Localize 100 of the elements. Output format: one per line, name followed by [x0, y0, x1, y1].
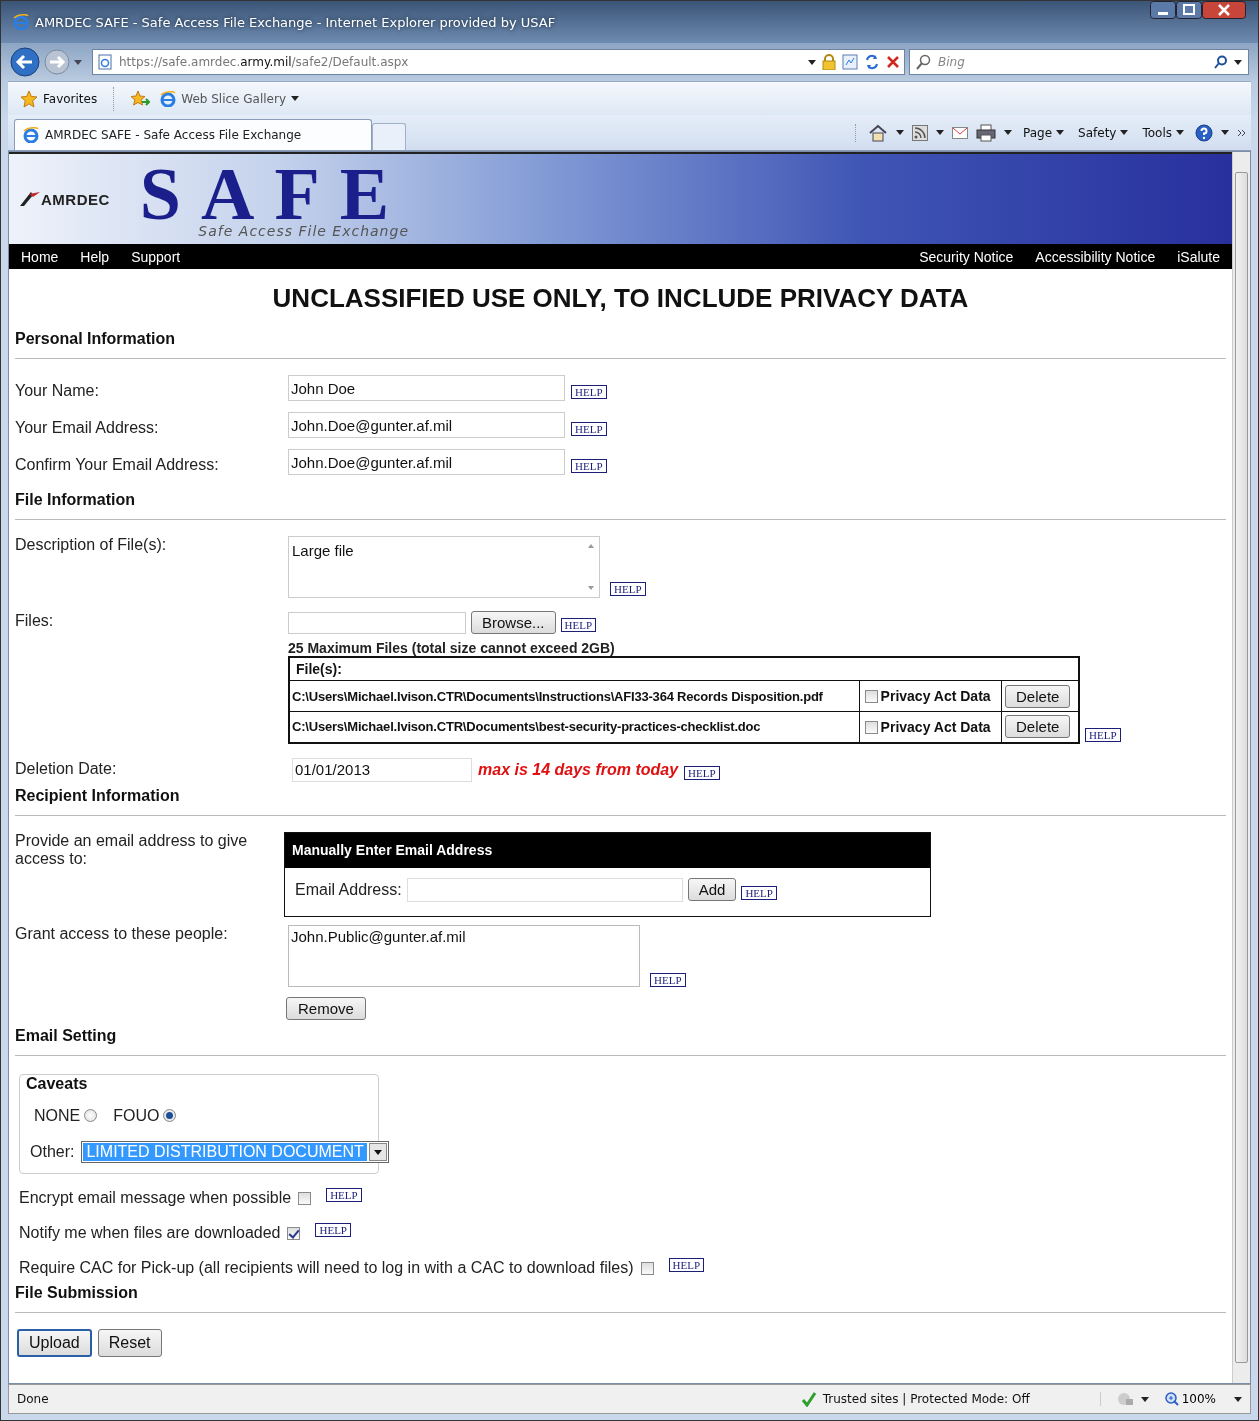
command-menu[interactable]: Tools — [1139, 125, 1187, 140]
text-field[interactable]: John.Doe@gunter.af.mil — [288, 412, 565, 438]
compatibility-icon[interactable] — [842, 54, 858, 70]
search-placeholder: Bing — [938, 55, 965, 69]
stop-icon[interactable] — [886, 55, 900, 69]
delete-button[interactable]: Delete — [1005, 715, 1071, 739]
classification-title: UNCLASSIFIED USE ONLY, TO INCLUDE PRIVACY DATA — [271, 283, 970, 313]
delete-button[interactable]: Delete — [1005, 684, 1071, 708]
zoom-button[interactable]: 100% — [1154, 1392, 1228, 1406]
back-icon[interactable] — [10, 47, 40, 77]
swoosh-icon — [19, 191, 41, 207]
recipient-list[interactable]: John.Public@gunter.af.mil — [288, 924, 640, 987]
help-link[interactable]: HELP — [741, 885, 777, 900]
overflow-chevron-icon[interactable] — [1237, 128, 1247, 137]
text-field[interactable]: 01/01/2013 — [292, 757, 472, 782]
nav-link[interactable]: Help — [80, 248, 110, 265]
checkbox[interactable] — [640, 1261, 654, 1275]
field-label: Provide an email address to give access to: — [14, 831, 249, 868]
help-link[interactable]: HELP — [326, 1187, 362, 1202]
radio-button[interactable] — [84, 1109, 98, 1122]
reset-button[interactable]: Reset — [97, 1328, 162, 1357]
browser-logo-icon — [13, 14, 29, 30]
checkbox[interactable] — [287, 1226, 301, 1240]
list-item[interactable]: John.Public@gunter.af.mil — [291, 927, 637, 945]
address-bar[interactable]: https://safe.amrdec.army.mil/safe2/Default.aspx — [92, 49, 905, 75]
checkbox[interactable] — [864, 690, 878, 704]
field-label: Description of File(s): — [14, 536, 168, 554]
print-icon[interactable] — [976, 123, 996, 142]
help-link[interactable]: HELP — [571, 422, 607, 436]
group-title: Caveats — [26, 1074, 89, 1093]
text-field[interactable] — [406, 877, 683, 902]
caret-icon — [1056, 130, 1065, 135]
favorites-button[interactable]: Favorites — [20, 89, 98, 108]
feed-icon[interactable] — [912, 124, 928, 141]
radio-label: NONE — [34, 1106, 81, 1125]
help-link[interactable]: HELP — [560, 618, 597, 632]
section-heading: Email Setting — [15, 1025, 118, 1046]
limit-note: 25 Maximum Files (total size cannot exceed 2GB) — [288, 640, 615, 656]
field-label: Email Address: — [295, 880, 402, 899]
lock-icon — [822, 54, 836, 70]
field-label: Your Name: — [14, 381, 100, 400]
field-label: Grant access to these people: — [14, 924, 229, 943]
forward-icon[interactable] — [44, 49, 70, 75]
help-icon[interactable] — [1195, 123, 1213, 142]
logo-text: AMRDEC — [41, 190, 110, 208]
text-area[interactable]: Large file — [288, 536, 600, 598]
command-menu[interactable]: Page — [1020, 125, 1068, 140]
search-icon[interactable] — [1214, 55, 1228, 69]
minimize-icon[interactable] — [1150, 1, 1176, 19]
check-icon — [800, 1391, 817, 1407]
checkbox-label: Privacy Act Data — [880, 719, 991, 736]
help-link[interactable]: HELP — [684, 765, 720, 780]
caret-icon — [291, 96, 299, 101]
search-field[interactable]: Bing — [909, 49, 1249, 75]
remove-button[interactable]: Remove — [286, 996, 366, 1020]
mail-icon[interactable] — [952, 126, 968, 139]
web-slice-link[interactable]: Web Slice Gallery — [160, 90, 299, 107]
home-icon[interactable] — [868, 123, 888, 142]
option-label: Encrypt email message when possible — [19, 1189, 292, 1207]
text-field[interactable]: John.Doe@gunter.af.mil — [288, 449, 565, 475]
search-icon — [916, 54, 932, 70]
command-menu[interactable]: Safety — [1075, 125, 1132, 140]
zone-text: Trusted sites | Protected Mode: Off — [822, 1392, 1101, 1406]
panel-header: Manually Enter Email Address — [285, 832, 930, 868]
add-favorite-icon[interactable] — [130, 89, 151, 108]
browse-button[interactable]: Browse... — [471, 611, 556, 634]
window-title: AMRDEC SAFE - Safe Access File Exchange - Internet Explorer provided by USAF — [35, 14, 557, 30]
deletion-note: max is 14 days from today — [478, 760, 679, 779]
section-heading: File Submission — [15, 1282, 139, 1303]
close-icon[interactable] — [1202, 1, 1246, 19]
field-label: Other: — [30, 1142, 75, 1161]
caret-icon — [936, 130, 944, 135]
text-field[interactable]: John Doe — [288, 375, 565, 401]
help-link[interactable]: HELP — [610, 582, 646, 596]
upload-button[interactable]: Upload — [17, 1328, 92, 1357]
scroll-thumb[interactable] — [1235, 172, 1248, 1363]
caret-icon[interactable] — [74, 59, 82, 65]
nav-link[interactable]: Support — [131, 248, 181, 265]
text-field[interactable] — [288, 612, 466, 634]
maximize-icon[interactable] — [1176, 1, 1202, 19]
field-label: Files: — [14, 611, 55, 630]
status-text: Done — [17, 1392, 49, 1406]
help-link[interactable]: HELP — [315, 1222, 351, 1237]
checkbox[interactable] — [298, 1191, 312, 1205]
scrollbar[interactable] — [1232, 152, 1250, 1383]
nav-link[interactable]: Home — [21, 248, 59, 265]
help-link[interactable]: HELP — [1085, 727, 1121, 742]
help-link[interactable]: HELP — [650, 972, 686, 987]
radio-button[interactable] — [163, 1109, 177, 1122]
browser-tab[interactable]: AMRDEC SAFE - Safe Access File Exchange — [14, 119, 372, 150]
help-link[interactable]: HELP — [571, 459, 607, 473]
checkbox[interactable] — [864, 720, 878, 734]
nav-link[interactable]: Security Notice — [919, 248, 1014, 265]
add-button[interactable]: Add — [687, 878, 737, 901]
nav-link[interactable]: iSalute — [1177, 248, 1220, 265]
nav-link[interactable]: Accessibility Notice — [1035, 248, 1156, 265]
section-heading: Recipient Information — [15, 785, 181, 806]
refresh-icon[interactable] — [864, 54, 880, 70]
help-link[interactable]: HELP — [571, 385, 607, 399]
help-link[interactable]: HELP — [668, 1257, 704, 1272]
